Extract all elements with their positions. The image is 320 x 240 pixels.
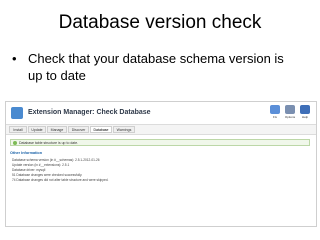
other-information-heading[interactable]: Other Information — [10, 150, 310, 156]
tab-manage[interactable]: Manage — [47, 126, 67, 133]
info-line: 74 Database changes did not alter table … — [12, 178, 109, 182]
bullet-symbol: • — [12, 51, 17, 66]
extension-manager-screenshot: Extension Manager: Check Database Fix Op… — [5, 101, 317, 227]
help-button-label: Help — [301, 115, 309, 119]
app-header: Extension Manager: Check Database Fix Op… — [6, 102, 316, 125]
fix-button-label: Fix — [273, 115, 277, 119]
tab-database[interactable]: Database — [90, 126, 112, 133]
options-button-label: Options — [284, 115, 296, 119]
fix-icon — [270, 105, 280, 114]
options-button[interactable]: Options — [283, 105, 297, 121]
extension-manager-icon — [11, 107, 23, 119]
help-icon — [300, 105, 310, 114]
success-message-text: Database table structure is up to date. — [19, 141, 79, 145]
slide-title: Database version check — [58, 12, 262, 33]
tab-warnings[interactable]: Warnings — [113, 126, 135, 133]
window-title: Extension Manager: Check Database — [28, 109, 151, 116]
help-button[interactable]: Help — [298, 105, 312, 121]
subnav-tabs: Install Update Manage Discover Database … — [6, 125, 316, 135]
check-icon — [13, 141, 17, 145]
success-message: Database table structure is up to date. — [10, 139, 310, 146]
tab-update[interactable]: Update — [28, 126, 46, 133]
options-icon — [285, 105, 295, 114]
fix-button[interactable]: Fix — [268, 105, 282, 121]
bullet-text: Check that your database schema version … — [28, 51, 284, 83]
tab-discover[interactable]: Discover — [68, 126, 89, 133]
tab-install[interactable]: Install — [9, 126, 27, 133]
